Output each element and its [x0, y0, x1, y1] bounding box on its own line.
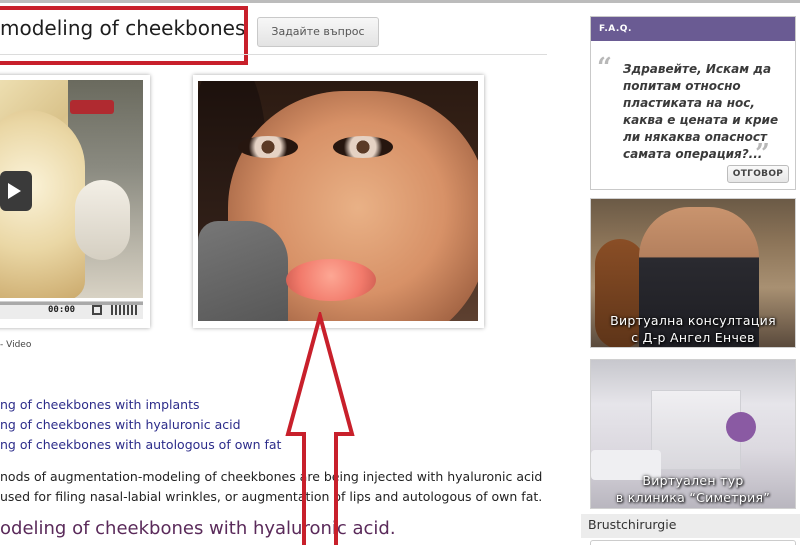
body-paragraph-line1: nods of augmentation-modeling of cheekbo… [0, 469, 543, 484]
title-highlight-box [0, 6, 248, 65]
body-paragraph-line2: used for filing nasal-labial wrinkles, o… [0, 489, 543, 504]
top-border [0, 0, 800, 3]
photo-frame [193, 75, 484, 328]
play-icon[interactable] [0, 171, 32, 211]
faq-box: F.A.Q. “ Здравейте, Искам да попитам отн… [590, 16, 796, 190]
virtual-tour-banner[interactable]: Виртуален тур в клиника “Симетрия” [590, 359, 796, 509]
faq-header: F.A.Q. [591, 17, 795, 41]
consult-caption-line2: с Д-р Ангел Енчев [631, 330, 755, 345]
video-channel-logo [70, 100, 114, 114]
consult-caption-line1: Виртуална консултация [610, 313, 776, 328]
annotation-arrow-icon [285, 312, 355, 545]
virtual-consultation-banner[interactable]: Виртуална консултация с Д-р Ангел Енчев [590, 198, 796, 348]
volume-icon[interactable] [111, 305, 139, 315]
link-autologous-fat[interactable]: ng of cheekbones with autologous of own … [0, 437, 281, 452]
tour-caption-line2: в клиника “Симетрия” [615, 490, 771, 505]
sidebar-tab-brustchirurgie[interactable]: Brustchirurgie [581, 514, 800, 538]
title-divider [0, 54, 547, 55]
face-photo[interactable] [198, 81, 478, 321]
answer-button[interactable]: ОТГОВОР [727, 165, 789, 183]
fullscreen-icon[interactable] [92, 305, 102, 315]
tour-caption-line1: Виртуален тур [642, 473, 744, 488]
video-caption: - Video [0, 340, 32, 350]
link-hyaluronic[interactable]: ng of cheekbones with hyaluronic acid [0, 417, 241, 432]
sidebar-next-box [590, 540, 796, 545]
clinic-logo-icon [726, 412, 756, 442]
open-quote-icon: “ [597, 53, 612, 83]
link-implants[interactable]: ng of cheekbones with implants [0, 397, 200, 412]
video-time: 00:00 [48, 305, 76, 315]
ask-question-button[interactable]: Задайте въпрос [257, 17, 379, 47]
